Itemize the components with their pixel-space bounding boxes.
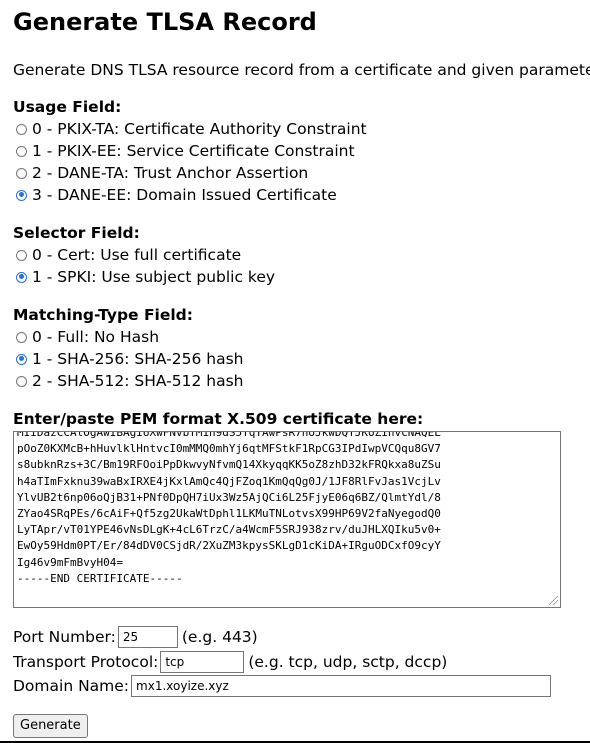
certificate-line: ZYao4SRqPEs/6cAiF+Qf5zg2UkaWtDphl1LKMuTN… xyxy=(17,507,441,521)
usage-option-0[interactable]: 0 - PKIX-TA: Certificate Authority Const… xyxy=(16,118,367,140)
selector-option-0[interactable]: 0 - Cert: Use full certificate xyxy=(16,244,241,266)
radio-button[interactable] xyxy=(16,375,27,387)
domain-row: Domain Name: mx1.xoyize.xyz xyxy=(13,674,552,698)
usage-option-label: 2 - DANE-TA: Trust Anchor Assertion xyxy=(32,164,309,182)
usage-option-label: 0 - PKIX-TA: Certificate Authority Const… xyxy=(32,120,367,138)
certificate-line: pOoZ0KXMcB+hHuvlklHntvcI0mMMQ0mhYj6qtMFS… xyxy=(17,442,441,456)
matching-option-label: 2 - SHA-512: SHA-512 hash xyxy=(32,372,244,390)
selector-option-label: 1 - SPKI: Use subject public key xyxy=(32,268,276,286)
port-input[interactable]: 25 xyxy=(117,626,178,648)
port-row: Port Number: 25 (e.g. 443) xyxy=(13,625,258,649)
selector-option-1[interactable]: 1 - SPKI: Use subject public key xyxy=(16,266,275,288)
radio-button-checked[interactable] xyxy=(16,189,27,201)
usage-option-label: 3 - DANE-EE: Domain Issued Certificate xyxy=(32,186,337,204)
certificate-line: YlvUB2t6np06oQjB31+PNf0DpQH7iUx3Wz5AjQCi… xyxy=(17,490,441,504)
usage-field-title: Usage Field: xyxy=(13,98,122,116)
radio-button[interactable] xyxy=(16,123,27,135)
certificate-line: LyTApr/vT01YPE46vNsDLgK+4cL6TrzC/a4WcmF5… xyxy=(17,523,441,537)
matching-option-label: 0 - Full: No Hash xyxy=(32,328,160,346)
radio-button[interactable] xyxy=(16,249,27,261)
page-title: Generate TLSA Record xyxy=(13,8,317,36)
port-hint: (e.g. 443) xyxy=(181,628,258,646)
certificate-line: MIIDazCCAlOgAwIBAgIUXwFNvbTM1n9dS5TqYAwP… xyxy=(17,431,441,439)
protocol-row: Transport Protocol: tcp (e.g. tcp, udp, … xyxy=(13,650,447,674)
certificate-text: MIIDazCCAlOgAwIBAgIUXwFNvbTM1n9dS5TqYAwP… xyxy=(17,431,441,587)
port-label: Port Number: xyxy=(13,628,116,646)
matching-option-2[interactable]: 2 - SHA-512: SHA-512 hash xyxy=(16,370,243,392)
radio-button[interactable] xyxy=(16,145,27,157)
certificate-line: h4aTImFxknu39waBxIRXE4jKxlAmQc4QjFZoq1Km… xyxy=(17,474,441,488)
selector-field-title: Selector Field: xyxy=(13,224,140,242)
usage-option-2[interactable]: 2 - DANE-TA: Trust Anchor Assertion xyxy=(16,162,308,184)
resize-grip-icon[interactable] xyxy=(549,596,558,605)
matching-option-label: 1 - SHA-256: SHA-256 hash xyxy=(32,350,244,368)
protocol-input[interactable]: tcp xyxy=(160,651,245,673)
matching-field-title: Matching-Type Field: xyxy=(13,306,193,324)
certificate-line: EwOy59Hdm0PT/Er/84dDV0CSjdR/2XuZM3kpysSK… xyxy=(17,539,441,553)
page-description: Generate DNS TLSA resource record from a… xyxy=(13,61,590,79)
certificate-line: Ig46v9mFmBvyH04= xyxy=(17,555,123,569)
protocol-label: Transport Protocol: xyxy=(13,653,159,671)
radio-button[interactable] xyxy=(16,167,27,179)
certificate-line: s8ubknRzs+3C/Bm19RFOoiPpDkwvyNfvmQ14Xkyq… xyxy=(17,458,441,472)
selector-option-label: 0 - Cert: Use full certificate xyxy=(32,246,242,264)
domain-label: Domain Name: xyxy=(13,677,130,695)
domain-input[interactable]: mx1.xoyize.xyz xyxy=(131,675,552,697)
certificate-textarea[interactable]: MIIDazCCAlOgAwIBAgIUXwFNvbTM1n9dS5TqYAwP… xyxy=(13,431,561,608)
certificate-field-title: Enter/paste PEM format X.509 certificate… xyxy=(13,410,424,428)
protocol-hint: (e.g. tcp, udp, sctp, dccp) xyxy=(248,653,448,671)
matching-option-1[interactable]: 1 - SHA-256: SHA-256 hash xyxy=(16,348,243,370)
usage-option-3[interactable]: 3 - DANE-EE: Domain Issued Certificate xyxy=(16,184,337,206)
certificate-line: -----END CERTIFICATE----- xyxy=(17,571,183,585)
matching-option-0[interactable]: 0 - Full: No Hash xyxy=(16,326,159,348)
radio-button[interactable] xyxy=(16,331,27,343)
radio-button-checked[interactable] xyxy=(16,271,27,283)
usage-option-1[interactable]: 1 - PKIX-EE: Service Certificate Constra… xyxy=(16,140,355,162)
usage-option-label: 1 - PKIX-EE: Service Certificate Constra… xyxy=(32,142,355,160)
radio-button-checked[interactable] xyxy=(16,353,27,365)
generate-button[interactable]: Generate xyxy=(13,714,88,738)
